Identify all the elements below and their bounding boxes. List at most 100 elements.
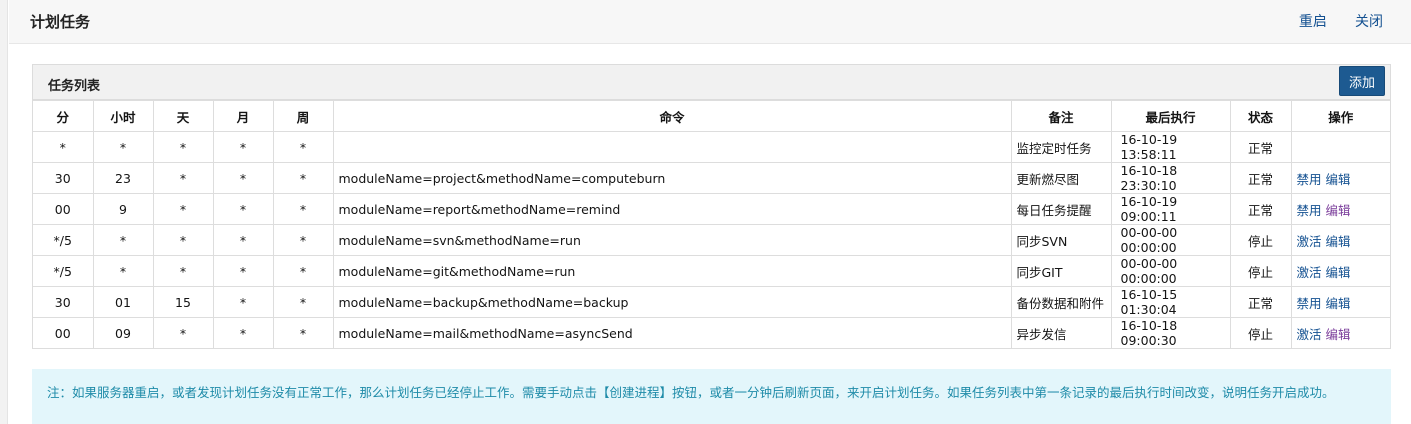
edit-link[interactable]: 编辑 (1326, 234, 1351, 249)
column-header: 状态 (1229, 100, 1292, 132)
task-list-panel: 任务列表 添加 分小时天月周命令 备注 最后执行 状态 操作 * * * * * 监控定时任务 16… (32, 64, 1391, 349)
cell-min: 00 (33, 193, 94, 225)
cell-status: 停止 (1229, 224, 1292, 256)
add-task-button[interactable]: 添加 (1339, 66, 1385, 96)
cell-week: * (272, 131, 334, 163)
cell-day: * (152, 162, 214, 194)
cell-day: * (152, 131, 214, 163)
cell-actions (1290, 131, 1390, 163)
cell-month: * (212, 131, 274, 163)
cell-day: * (152, 317, 214, 349)
panel-heading: 任务列表 添加 (33, 65, 1390, 100)
cell-remark: 监控定时任务 (1010, 131, 1112, 163)
table-row: 30 01 15 * * moduleName=backup&methodName=bac… (33, 286, 1390, 318)
table-row: * * * * * 监控定时任务 16-10-19 13:58:11 正常 (33, 131, 1390, 163)
cell-min: 30 (33, 286, 94, 318)
page-title: 计划任务 (30, 13, 91, 31)
edit-link[interactable]: 编辑 (1326, 172, 1351, 187)
column-header: 操作 (1290, 100, 1390, 132)
cell-hour: 9 (92, 193, 154, 225)
cell-month: * (212, 255, 274, 287)
toggle-link[interactable]: 禁用 (1297, 172, 1322, 187)
cell-command: moduleName=git&methodName=run (332, 255, 1012, 287)
cell-day: * (152, 193, 214, 225)
cell-actions: 禁用 编辑 (1290, 286, 1390, 318)
cell-last-run: 16-10-15 01:30:04 (1110, 286, 1231, 318)
toggle-link[interactable]: 激活 (1297, 327, 1322, 342)
cell-remark: 每日任务提醒 (1010, 193, 1112, 225)
cell-status: 停止 (1229, 255, 1292, 287)
cell-actions: 禁用 编辑 (1290, 162, 1390, 194)
cell-actions: 激活 编辑 (1290, 224, 1390, 256)
cell-week: * (272, 193, 334, 225)
column-header: 分 (33, 100, 94, 132)
cell-day: * (152, 255, 214, 287)
cell-status: 正常 (1229, 162, 1292, 194)
column-header: 月 (212, 100, 274, 132)
cell-min: 00 (33, 317, 94, 349)
toggle-link[interactable]: 激活 (1297, 234, 1322, 249)
table-row: 30 23 * * * moduleName=project&methodName=com… (33, 162, 1390, 194)
column-header: 小时 (92, 100, 154, 132)
cell-hour: 23 (92, 162, 154, 194)
column-header: 最后执行 (1110, 100, 1231, 132)
cell-command: moduleName=backup&methodName=backup (332, 286, 1012, 318)
cell-command: moduleName=svn&methodName=run (332, 224, 1012, 256)
cell-command: moduleName=project&methodName=computebur… (332, 162, 1012, 194)
edit-link[interactable]: 编辑 (1326, 327, 1351, 342)
cell-status: 停止 (1229, 317, 1292, 349)
cell-command (332, 131, 1012, 163)
cell-month: * (212, 317, 274, 349)
table-row: 00 9 * * * moduleName=report&methodName=remin… (33, 193, 1390, 225)
column-header: 周 (272, 100, 334, 132)
cell-week: * (272, 286, 334, 318)
cell-last-run: 16-10-18 23:30:10 (1110, 162, 1231, 194)
cell-last-run: 00-00-00 00:00:00 (1110, 224, 1231, 256)
close-link[interactable]: 关闭 (1355, 14, 1383, 30)
cell-month: * (212, 286, 274, 318)
task-table: 分小时天月周命令 备注 最后执行 状态 操作 * * * * * 监控定时任务 16-10-19 1… (33, 100, 1390, 349)
edit-link[interactable]: 编辑 (1326, 203, 1351, 218)
cell-last-run: 16-10-19 09:00:11 (1110, 193, 1231, 225)
toggle-link[interactable]: 激活 (1297, 265, 1322, 280)
cell-min: * (33, 131, 94, 163)
table-row: 00 09 * * * moduleName=mail&methodName=asyncS… (33, 317, 1390, 349)
cell-actions: 激活 编辑 (1290, 317, 1390, 349)
cell-status: 正常 (1229, 286, 1292, 318)
restart-link[interactable]: 重启 (1299, 14, 1327, 30)
cell-command: moduleName=report&methodName=remind (332, 193, 1012, 225)
cell-week: * (272, 224, 334, 256)
edit-link[interactable]: 编辑 (1326, 265, 1351, 280)
cell-last-run: 00-00-00 00:00:00 (1110, 255, 1231, 287)
table-header-row: 分小时天月周命令 备注 最后执行 状态 操作 (33, 100, 1390, 132)
column-header: 天 (152, 100, 214, 132)
cell-hour: 01 (92, 286, 154, 318)
table-row: */5 * * * * moduleName=svn&methodName=run 同步SV… (33, 224, 1390, 256)
info-note: 注：如果服务器重启，或者发现计划任务没有正常工作，那么计划任务已经停止工作。需要… (32, 369, 1391, 424)
cell-remark: 备份数据和附件 (1010, 286, 1112, 318)
cell-remark: 同步GIT (1010, 255, 1112, 287)
cell-actions: 禁用 编辑 (1290, 193, 1390, 225)
column-header: 命令 (332, 100, 1012, 132)
cell-last-run: 16-10-18 09:00:30 (1110, 317, 1231, 349)
cell-remark: 同步SVN (1010, 224, 1112, 256)
cell-remark: 更新燃尽图 (1010, 162, 1112, 194)
cell-status: 正常 (1229, 131, 1292, 163)
cell-command: moduleName=mail&methodName=asyncSend (332, 317, 1012, 349)
table-row: */5 * * * * moduleName=git&methodName=run 同步GI… (33, 255, 1390, 287)
cell-min: 30 (33, 162, 94, 194)
cell-month: * (212, 193, 274, 225)
toggle-link[interactable]: 禁用 (1297, 296, 1322, 311)
page-header: 计划任务 重启 关闭 (9, 0, 1411, 44)
cell-status: 正常 (1229, 193, 1292, 225)
toggle-link[interactable]: 禁用 (1297, 203, 1322, 218)
cell-actions: 激活 编辑 (1290, 255, 1390, 287)
cell-day: 15 (152, 286, 214, 318)
cell-min: */5 (33, 224, 94, 256)
cell-last-run: 16-10-19 13:58:11 (1110, 131, 1231, 163)
column-header: 备注 (1010, 100, 1112, 132)
edit-link[interactable]: 编辑 (1326, 296, 1351, 311)
cell-min: */5 (33, 255, 94, 287)
cell-month: * (212, 162, 274, 194)
cell-remark: 异步发信 (1010, 317, 1112, 349)
